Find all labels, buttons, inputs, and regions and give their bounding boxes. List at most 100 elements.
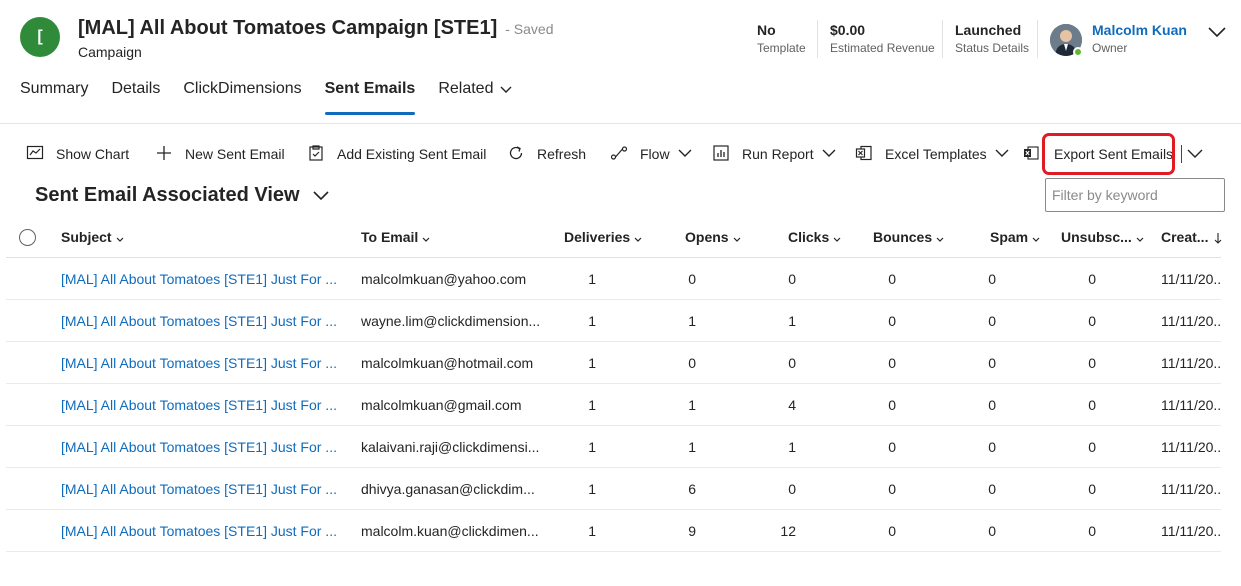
cell-opens: 1	[688, 313, 696, 329]
table-row[interactable]: [MAL] All About Tomatoes [STE1] Just For…	[6, 426, 1221, 468]
cell-unsubscribes: 0	[1088, 481, 1096, 497]
cell-unsubscribes: 0	[1088, 271, 1096, 287]
filter-box[interactable]	[1045, 178, 1225, 212]
cell-subject[interactable]: [MAL] All About Tomatoes [STE1] Just For…	[61, 271, 341, 287]
table-row[interactable]: [MAL] All About Tomatoes [STE1] Just For…	[6, 468, 1221, 510]
cell-deliveries: 1	[588, 313, 596, 329]
cell-spam: 0	[988, 439, 996, 455]
excel-templates-button[interactable]: Excel Templates	[855, 136, 1009, 172]
new-sent-email-label: New Sent Email	[185, 146, 285, 162]
column-header-unsubscribes[interactable]: Unsubsc...	[1061, 229, 1145, 245]
cell-bounces: 0	[888, 271, 896, 287]
tab-details[interactable]: Details	[111, 80, 160, 116]
chart-icon	[26, 144, 44, 165]
cell-to-email: malcolmkuan@yahoo.com	[361, 271, 527, 287]
column-header-spam[interactable]: Spam	[990, 229, 1041, 245]
flow-icon	[610, 144, 628, 165]
plus-icon	[155, 144, 173, 165]
cell-deliveries: 1	[588, 523, 596, 539]
column-header-label: Opens	[685, 229, 729, 245]
column-header-label: Unsubsc...	[1061, 229, 1132, 245]
column-header-label: Bounces	[873, 229, 933, 245]
record-title-line: [MAL] All About Tomatoes Campaign [STE1]…	[78, 17, 554, 40]
tab-sent-emails[interactable]: Sent Emails	[324, 80, 415, 116]
cell-unsubscribes: 0	[1088, 313, 1096, 329]
header-field-value: $0.00	[830, 22, 866, 38]
cell-bounces: 0	[888, 523, 896, 539]
column-header-subject[interactable]: Subject	[61, 229, 125, 245]
header-field-value: No	[757, 22, 776, 38]
excel-templates-label: Excel Templates	[885, 146, 987, 162]
cell-created: 11/11/20...	[1161, 355, 1221, 371]
chevron-down-icon	[633, 232, 643, 242]
header-field-label: Status Details	[955, 41, 1030, 55]
record-avatar: [	[20, 17, 60, 57]
cell-unsubscribes: 0	[1088, 439, 1096, 455]
owner-name-link[interactable]: Malcolm Kuan	[1092, 22, 1187, 38]
tab-clickdimensions[interactable]: ClickDimensions	[183, 80, 301, 116]
show-chart-button[interactable]: Show Chart	[26, 136, 129, 172]
cell-created: 11/11/20...	[1161, 313, 1221, 329]
view-selector-chevron-icon[interactable]	[311, 186, 331, 206]
cell-subject[interactable]: [MAL] All About Tomatoes [STE1] Just For…	[61, 481, 341, 497]
chevron-down-icon	[678, 146, 692, 163]
filter-by-keyword-input[interactable]	[1052, 187, 1218, 203]
cell-created: 11/11/20...	[1161, 397, 1221, 413]
more-commands-button[interactable]	[1187, 136, 1203, 172]
tabs-divider	[0, 123, 1241, 124]
cell-subject[interactable]: [MAL] All About Tomatoes [STE1] Just For…	[61, 313, 341, 329]
flow-label: Flow	[640, 146, 670, 162]
refresh-icon	[507, 144, 525, 165]
cell-spam: 0	[988, 481, 996, 497]
chevron-down-icon	[1187, 146, 1203, 163]
table-row[interactable]: [MAL] All About Tomatoes [STE1] Just For…	[6, 342, 1221, 384]
report-icon	[712, 144, 730, 165]
cell-deliveries: 1	[588, 397, 596, 413]
cell-clicks: 0	[788, 271, 796, 287]
column-header-deliveries[interactable]: Deliveries	[564, 229, 643, 245]
chevron-down-icon	[115, 232, 125, 242]
cell-to-email: malcolm.kuan@clickdimen...	[361, 523, 539, 539]
chevron-down-icon	[499, 83, 513, 97]
table-row[interactable]: [MAL] All About Tomatoes [STE1] Just For…	[6, 258, 1221, 300]
chevron-down-icon	[1031, 232, 1041, 242]
presence-icon	[1073, 47, 1083, 57]
column-header-bounces[interactable]: Bounces	[873, 229, 945, 245]
table-row[interactable]: [MAL] All About Tomatoes [STE1] Just For…	[6, 510, 1221, 552]
column-header-created[interactable]: Creat...	[1161, 229, 1222, 245]
column-header-clicks[interactable]: Clicks	[788, 229, 842, 245]
expand-header-chevron-icon[interactable]	[1206, 23, 1228, 41]
tab-summary[interactable]: Summary	[20, 80, 88, 116]
cell-clicks: 12	[780, 523, 796, 539]
column-header-opens[interactable]: Opens	[685, 229, 742, 245]
new-sent-email-button[interactable]: New Sent Email	[155, 136, 285, 172]
view-selector-title[interactable]: Sent Email Associated View	[35, 184, 300, 207]
cell-subject[interactable]: [MAL] All About Tomatoes [STE1] Just For…	[61, 355, 341, 371]
table-row[interactable]: [MAL] All About Tomatoes [STE1] Just For…	[6, 300, 1221, 342]
column-header-label: To Email	[361, 229, 419, 245]
column-header-to-email[interactable]: To Email	[361, 229, 431, 245]
cell-spam: 0	[988, 397, 996, 413]
cell-bounces: 0	[888, 355, 896, 371]
show-chart-label: Show Chart	[56, 146, 130, 162]
cell-to-email: malcolmkuan@hotmail.com	[361, 355, 534, 371]
cell-unsubscribes: 0	[1088, 355, 1096, 371]
tab-related[interactable]: Related	[438, 80, 513, 116]
chevron-down-icon	[995, 146, 1009, 163]
refresh-button[interactable]: Refresh	[507, 136, 586, 172]
add-existing-icon	[307, 144, 325, 165]
cell-deliveries: 1	[588, 355, 596, 371]
select-all-radio[interactable]	[19, 229, 36, 246]
cell-opens: 1	[688, 439, 696, 455]
cell-subject[interactable]: [MAL] All About Tomatoes [STE1] Just For…	[61, 439, 341, 455]
cell-unsubscribes: 0	[1088, 397, 1096, 413]
cell-subject[interactable]: [MAL] All About Tomatoes [STE1] Just For…	[61, 397, 341, 413]
cell-opens: 0	[688, 355, 696, 371]
excel-icon	[855, 144, 873, 165]
flow-button[interactable]: Flow	[610, 136, 692, 172]
add-existing-sent-email-button[interactable]: Add Existing Sent Email	[307, 136, 486, 172]
record-title: [MAL] All About Tomatoes Campaign [STE1]	[78, 17, 498, 39]
cell-subject[interactable]: [MAL] All About Tomatoes [STE1] Just For…	[61, 523, 341, 539]
table-row[interactable]: [MAL] All About Tomatoes [STE1] Just For…	[6, 384, 1221, 426]
run-report-button[interactable]: Run Report	[712, 136, 836, 172]
